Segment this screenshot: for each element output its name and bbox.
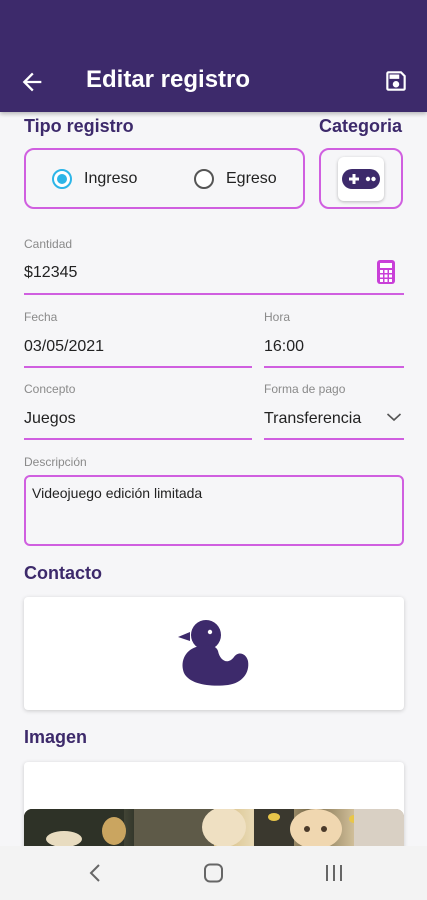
concepto-underline bbox=[24, 438, 252, 440]
nav-back-icon[interactable] bbox=[86, 862, 104, 884]
radio-ingreso-label: Ingreso bbox=[84, 170, 138, 187]
tipo-registro-group: Ingreso Egreso bbox=[24, 148, 305, 209]
hora-input[interactable]: 16:00 bbox=[264, 338, 304, 356]
fecha-underline bbox=[24, 366, 252, 368]
descripcion-label: Descripción bbox=[24, 455, 87, 469]
nav-home-icon[interactable] bbox=[203, 863, 225, 883]
hora-label: Hora bbox=[264, 310, 291, 324]
radio-egreso-label: Egreso bbox=[226, 170, 277, 187]
contacto-card[interactable] bbox=[24, 597, 404, 710]
duck-icon bbox=[178, 620, 249, 686]
descripcion-text: Videojuego edición limitada bbox=[32, 485, 203, 501]
cantidad-input[interactable]: $12345 bbox=[24, 264, 77, 282]
radio-ingreso[interactable]: Ingreso bbox=[52, 169, 137, 189]
cantidad-underline bbox=[24, 293, 404, 295]
categoria-label: Categoria bbox=[319, 116, 403, 136]
page-title: Editar registro bbox=[86, 66, 251, 93]
categoria-selector[interactable] bbox=[319, 148, 403, 209]
app-bar: Editar registro bbox=[0, 0, 427, 112]
descripcion-textarea[interactable]: Videojuego edición limitada bbox=[24, 475, 404, 546]
radio-egreso-indicator bbox=[194, 169, 214, 189]
gamepad-icon bbox=[342, 169, 380, 189]
concepto-input[interactable]: Juegos bbox=[24, 410, 76, 428]
chevron-down-icon[interactable] bbox=[386, 411, 402, 423]
radio-ingreso-indicator bbox=[52, 169, 72, 189]
save-icon[interactable] bbox=[383, 68, 409, 94]
cantidad-label: Cantidad bbox=[24, 237, 73, 251]
forma-pago-underline bbox=[264, 438, 404, 440]
tipo-registro-label: Tipo registro bbox=[24, 116, 134, 136]
system-nav-bar bbox=[0, 846, 427, 900]
fecha-input[interactable]: 03/05/2021 bbox=[24, 338, 104, 356]
categoria-icon-tile bbox=[338, 157, 384, 201]
radio-egreso[interactable]: Egreso bbox=[194, 169, 277, 189]
hora-underline bbox=[264, 366, 404, 368]
calculator-icon[interactable] bbox=[376, 259, 396, 285]
imagen-photo[interactable] bbox=[24, 809, 404, 849]
imagen-label: Imagen bbox=[24, 727, 88, 747]
imagen-photo-art bbox=[24, 809, 404, 849]
forma-pago-select[interactable]: Transferencia bbox=[264, 410, 361, 428]
concepto-label: Concepto bbox=[24, 382, 76, 396]
contacto-label: Contacto bbox=[24, 563, 102, 583]
forma-pago-label: Forma de pago bbox=[264, 382, 346, 396]
fecha-label: Fecha bbox=[24, 310, 58, 324]
nav-recents-icon[interactable] bbox=[323, 863, 345, 883]
arrow-left-icon[interactable] bbox=[18, 68, 46, 96]
